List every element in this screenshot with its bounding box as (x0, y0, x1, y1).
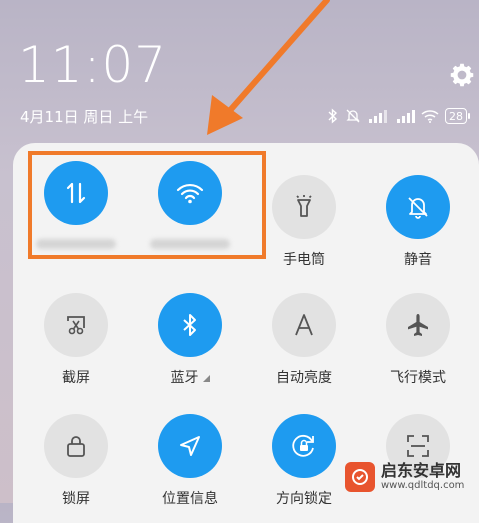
watermark-sub: www.qdltdq.com (381, 480, 465, 491)
watermark-logo-icon (345, 462, 375, 492)
watermark-text: 启东安卓网 www.qdltdq.com (381, 462, 464, 492)
annotation-arrow-icon (207, 0, 330, 135)
watermark-main: 启东安卓网 (381, 461, 462, 480)
watermark: 启东安卓网 www.qdltdq.com (345, 462, 464, 492)
